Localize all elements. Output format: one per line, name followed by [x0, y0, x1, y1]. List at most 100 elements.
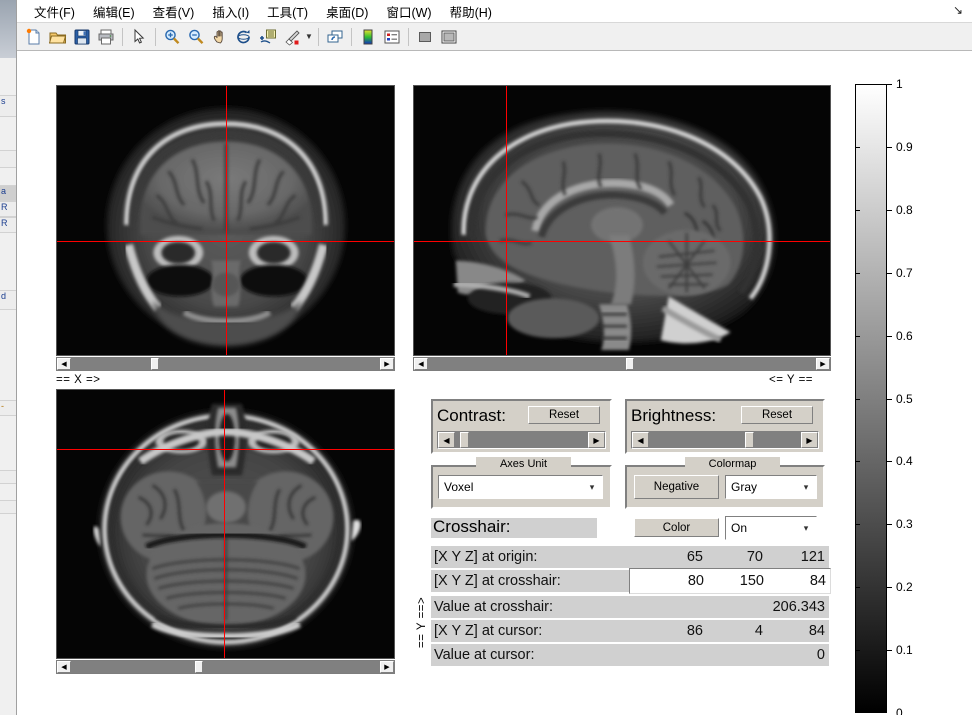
menu-window[interactable]: 窗口(W): [377, 0, 440, 23]
colorbar[interactable]: 1 0.9 0.8 0.7 0.6 0.5 0.4 0.3 0.2 0.1 0: [855, 77, 913, 715]
menu-desktop[interactable]: 桌面(D): [317, 0, 377, 23]
open-file-icon[interactable]: [46, 25, 70, 49]
toolbar-separator: [318, 27, 319, 46]
menu-tools[interactable]: 工具(T): [258, 0, 317, 23]
menu-help[interactable]: 帮助(H): [441, 0, 501, 23]
colorbar-tick: [887, 84, 892, 85]
sagittal-slice-slider[interactable]: ◀ ▶: [413, 357, 831, 371]
crosshair-state-dropdown[interactable]: On ▾: [725, 516, 817, 540]
axial-slider-thumb[interactable]: [194, 661, 203, 673]
xyz-at-origin-y: 70: [746, 549, 763, 565]
value-at-cursor-value: 0: [629, 644, 829, 666]
menu-insert[interactable]: 插入(I): [203, 0, 258, 23]
coronal-view[interactable]: [56, 85, 395, 356]
contrast-slider-right-arrow[interactable]: ▶: [588, 432, 605, 448]
axial-slider-left-arrow[interactable]: ◀: [57, 661, 71, 673]
value-at-cursor-label: Value at cursor:: [431, 644, 629, 666]
rotate-3d-icon[interactable]: [232, 25, 256, 49]
background-ide-row: a: [0, 185, 16, 201]
xyz-at-cursor-y: 4: [754, 623, 763, 639]
menu-view[interactable]: 查看(V): [144, 0, 204, 23]
xyz-at-cursor-value: 86 4 84: [629, 620, 829, 642]
colorbar-tick-label: 0.9: [896, 139, 913, 154]
colorbar-tick-inner: [855, 524, 860, 526]
brush-dropdown-icon[interactable]: ▼: [304, 25, 314, 49]
coronal-slider-track[interactable]: [71, 358, 380, 370]
colorbar-tick-label: 0.5: [896, 391, 913, 406]
axial-slider-right-arrow[interactable]: ▶: [380, 661, 394, 673]
sagittal-slider-track[interactable]: [428, 358, 816, 370]
colorbar-tick-inner: [855, 650, 860, 652]
colorbar-icon[interactable]: [356, 25, 380, 49]
chevron-down-icon[interactable]: ▾: [582, 482, 602, 493]
sagittal-slider-left-arrow[interactable]: ◀: [414, 358, 428, 370]
save-figure-icon[interactable]: [70, 25, 94, 49]
toolbar-separator: [155, 27, 156, 46]
colorbar-tick-inner: [855, 209, 860, 211]
colorbar-tick: [887, 587, 892, 589]
xyz-at-origin-value: 65 70 121: [629, 546, 829, 568]
link-plot-icon[interactable]: [323, 25, 347, 49]
brightness-slider-left-arrow[interactable]: ◀: [632, 432, 649, 448]
brush-icon[interactable]: [280, 25, 304, 49]
colorbar-tick: [887, 209, 892, 211]
xyz-at-crosshair-x: 80: [687, 573, 704, 589]
sagittal-slider-right-arrow[interactable]: ▶: [816, 358, 830, 370]
colorbar-tick-label: 0.1: [896, 643, 913, 658]
hide-plot-tools-icon[interactable]: [413, 25, 437, 49]
pointer-icon[interactable]: [127, 25, 151, 49]
contrast-slider[interactable]: ◀ ▶: [437, 431, 606, 449]
pan-icon[interactable]: [208, 25, 232, 49]
colorbar-tick-label: 0.3: [896, 517, 913, 532]
brightness-slider-right-arrow[interactable]: ▶: [801, 432, 818, 448]
contrast-slider-left-arrow[interactable]: ◀: [438, 432, 455, 448]
sagittal-view[interactable]: [413, 85, 831, 356]
coronal-slider-thumb[interactable]: [151, 358, 160, 370]
zoom-in-icon[interactable]: [160, 25, 184, 49]
show-plot-tools-icon[interactable]: [437, 25, 461, 49]
colorbar-tick: [887, 461, 892, 463]
print-figure-icon[interactable]: [94, 25, 118, 49]
brightness-reset-button[interactable]: Reset: [741, 406, 813, 424]
zoom-out-icon[interactable]: [184, 25, 208, 49]
contrast-slider-thumb[interactable]: [460, 432, 470, 448]
axial-slice-slider[interactable]: ◀ ▶: [56, 660, 395, 674]
background-ide-row: d: [0, 290, 16, 310]
colorbar-tick-label: 0.8: [896, 202, 913, 217]
coronal-slider-right-arrow[interactable]: ▶: [380, 358, 394, 370]
contrast-reset-button[interactable]: Reset: [528, 406, 600, 424]
xyz-at-origin-x: 65: [686, 549, 703, 565]
colormap-dropdown[interactable]: Gray ▾: [725, 475, 817, 499]
chevron-down-icon[interactable]: ▾: [796, 523, 816, 534]
crosshair-color-button[interactable]: Color: [634, 518, 719, 537]
toolbar-separator: [122, 27, 123, 46]
colorbar-tick-inner: [855, 587, 860, 589]
menu-edit[interactable]: 编辑(E): [84, 0, 144, 23]
crosshair-state-value: On: [731, 521, 748, 535]
tool-bar: ▼: [17, 23, 972, 51]
axial-view[interactable]: [56, 389, 395, 659]
chevron-down-icon[interactable]: ▾: [796, 482, 816, 493]
brightness-slider-track[interactable]: [649, 432, 801, 448]
menu-overflow-icon[interactable]: ↘: [953, 4, 963, 16]
colormap-value: Gray: [731, 480, 758, 494]
coronal-slider-left-arrow[interactable]: ◀: [57, 358, 71, 370]
data-cursor-icon[interactable]: [256, 25, 280, 49]
value-at-crosshair-value: 206.343: [629, 596, 829, 618]
toolbar-separator: [351, 27, 352, 46]
contrast-slider-track[interactable]: [455, 432, 588, 448]
legend-icon[interactable]: [380, 25, 404, 49]
brightness-slider-thumb[interactable]: [744, 432, 754, 448]
colorbar-tick-label: 0.6: [896, 328, 913, 343]
axial-slider-track[interactable]: [71, 661, 380, 673]
menu-file[interactable]: 文件(F): [25, 0, 84, 23]
new-figure-icon[interactable]: [22, 25, 46, 49]
background-ide-row: [0, 150, 16, 168]
colormap-negative-button[interactable]: Negative: [634, 475, 719, 499]
xyz-at-crosshair-input[interactable]: 80 150 84: [629, 568, 831, 594]
background-ide-row: [0, 470, 16, 484]
sagittal-slider-thumb[interactable]: [625, 358, 634, 370]
coronal-slice-slider[interactable]: ◀ ▶: [56, 357, 395, 371]
brightness-slider[interactable]: ◀ ▶: [631, 431, 819, 449]
axes-unit-dropdown[interactable]: Voxel ▾: [438, 475, 603, 499]
